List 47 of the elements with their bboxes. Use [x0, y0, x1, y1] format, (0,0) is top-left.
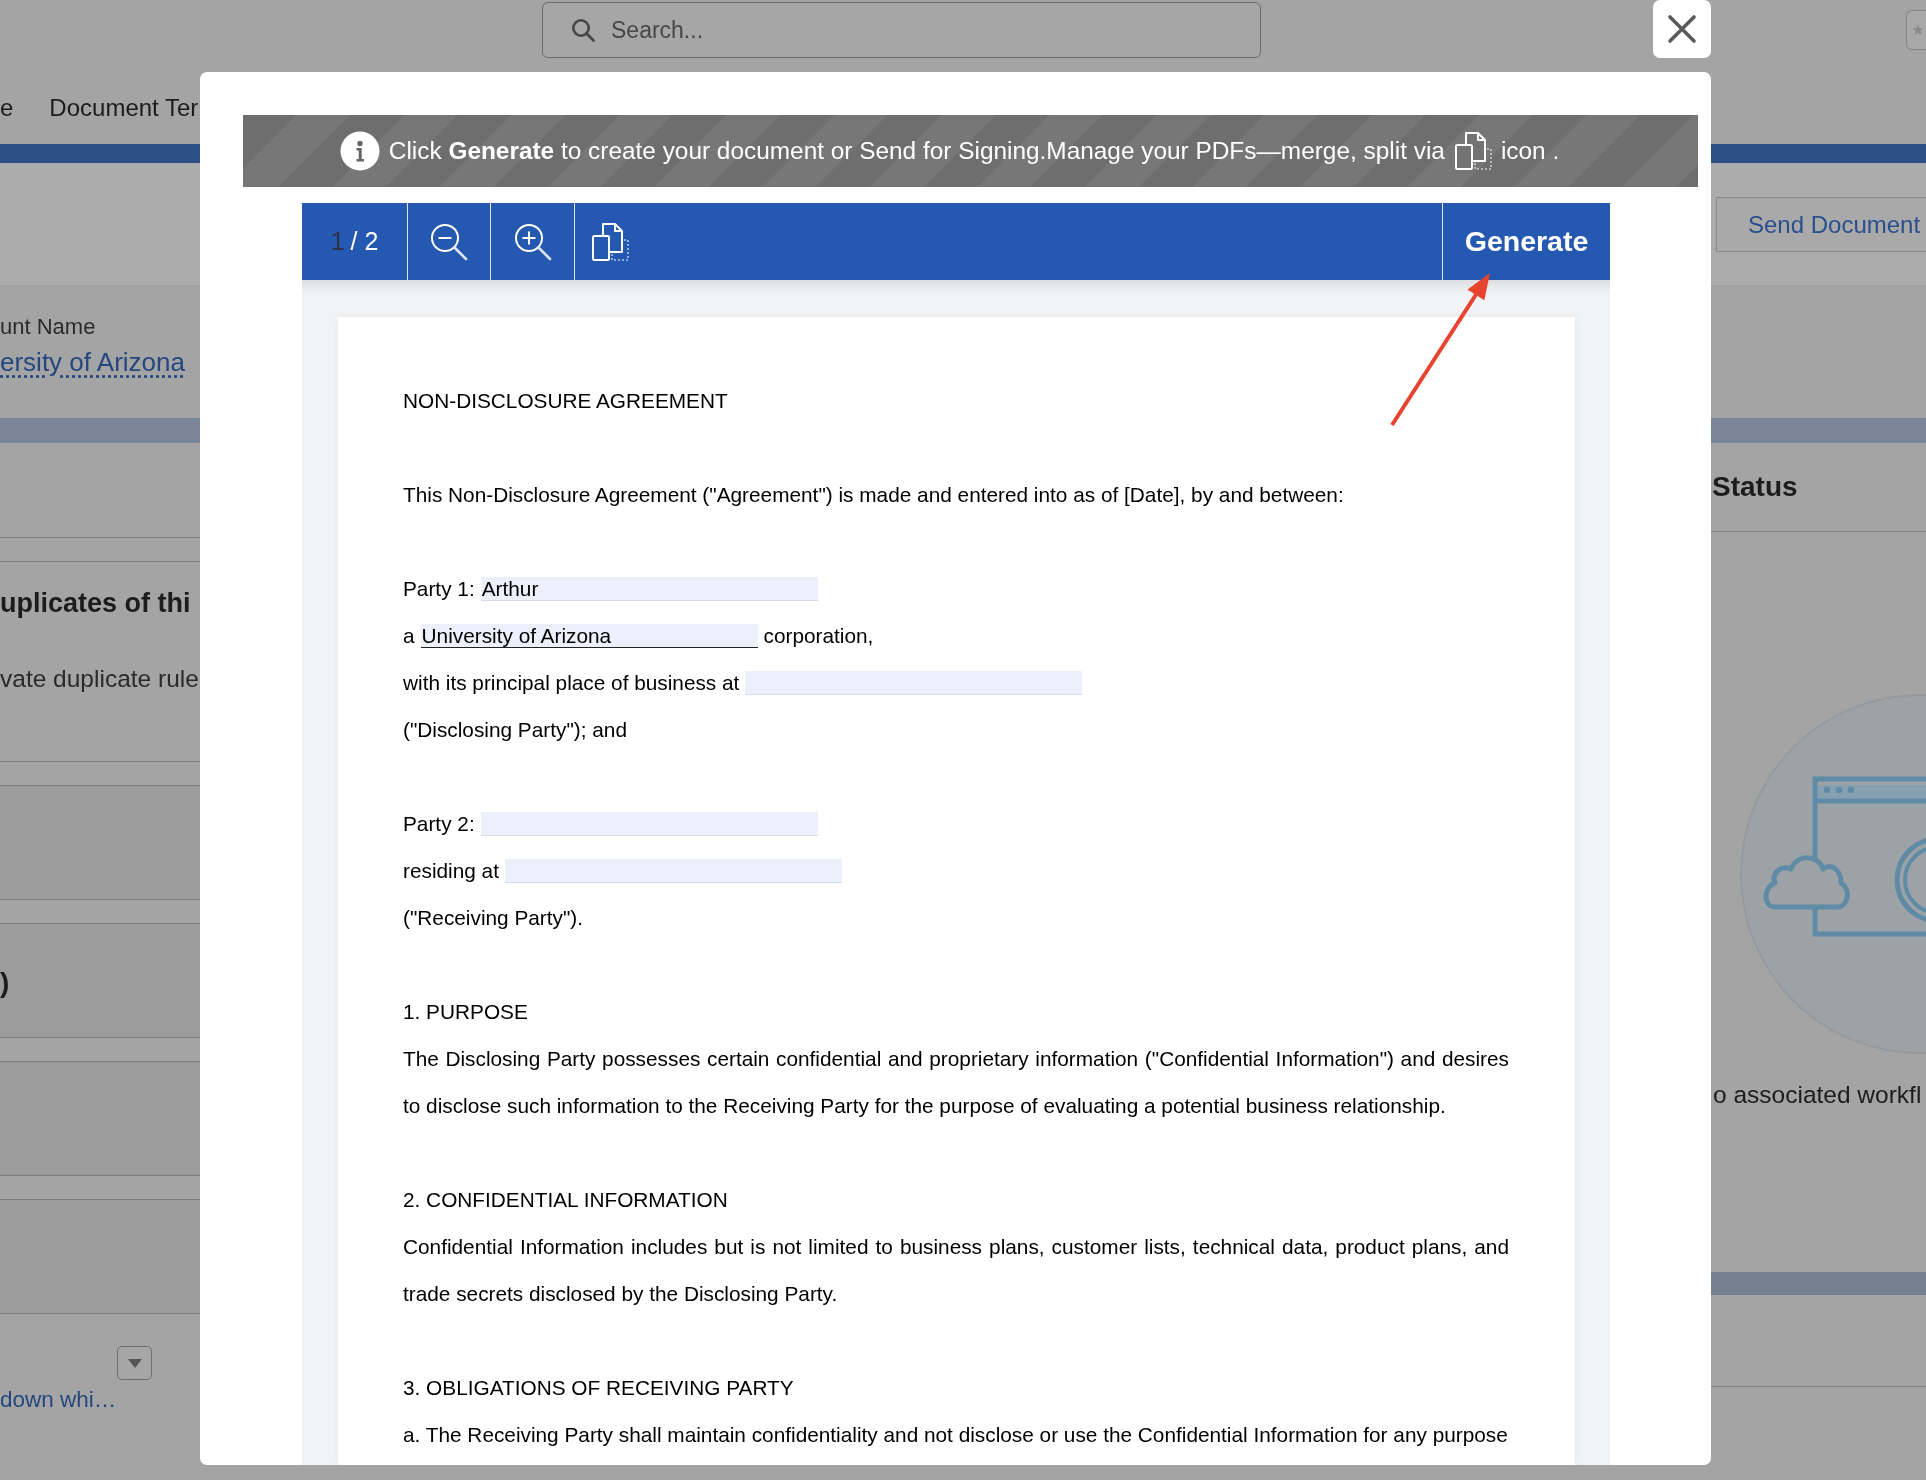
- account-link[interactable]: ersity of Arizona: [0, 347, 185, 377]
- section-heading: 3. OBLIGATIONS OF RECEIVING PARTY: [403, 1376, 794, 1399]
- dropdown-button[interactable]: [117, 1346, 152, 1380]
- document-text: ("Disclosing Party"); and: [403, 716, 627, 743]
- form-field[interactable]: [745, 670, 1083, 695]
- document-text: This Non-Disclosure Agreement ("Agreement") is made and entered into as of [Date], by and between:: [403, 483, 1344, 506]
- document-text: with its principal place of business at: [403, 669, 740, 696]
- form-field[interactable]: [480, 811, 818, 836]
- nav-tab[interactable]: Document Ter: [49, 90, 199, 126]
- search-field[interactable]: Search...: [542, 2, 1261, 58]
- form-field[interactable]: University of Arizona: [420, 623, 758, 648]
- list-text: ): [0, 967, 10, 999]
- document-text: Party 2:: [403, 810, 475, 837]
- document-text: corporation,: [763, 622, 874, 649]
- document-text: Party 1:: [403, 575, 475, 602]
- document-text: residing at: [403, 857, 499, 884]
- pages-icon: [1453, 131, 1492, 171]
- close-icon: [1667, 14, 1697, 44]
- star-icon: [1912, 24, 1924, 36]
- send-document-button[interactable]: Send Document: [1716, 197, 1926, 252]
- nav-tab[interactable]: e: [0, 90, 14, 126]
- caret-down-icon: [127, 1358, 142, 1368]
- link-text[interactable]: down whi…: [0, 1387, 117, 1413]
- field-label: unt Name: [0, 314, 96, 339]
- empty-state-text: o associated workfl: [1712, 1082, 1922, 1108]
- zoom-in-icon: [513, 222, 552, 261]
- info-icon: [339, 131, 380, 171]
- banner-text: icon .: [1500, 135, 1560, 166]
- section-text: The Disclosing Party possesses certain confidential and proprietary information ("Confidential Information") and desires to disclose such information to the Receiving Party for the purpose of evaluating a potential business relationship.: [403, 1046, 1509, 1119]
- search-icon: [571, 18, 595, 42]
- banner-text: Click Generate to create your document or Send for Signing.Manage your PDFs—merge, split via: [388, 135, 1445, 166]
- section-heading: 2. CONFIDENTIAL INFORMATION: [403, 1188, 728, 1211]
- card-text: vate duplicate rule: [0, 665, 199, 693]
- card-title: uplicates of thi: [0, 588, 191, 618]
- section-heading: 1. PURPOSE: [403, 1000, 528, 1023]
- card-title: Status: [1711, 471, 1798, 503]
- zoom-out-icon: [430, 222, 468, 261]
- document-text: a: [403, 622, 415, 649]
- document-text: ("Receiving Party").: [403, 904, 584, 931]
- pages-icon: [591, 221, 629, 262]
- document-title: NON-DISCLOSURE AGREEMENT: [403, 389, 728, 412]
- form-field[interactable]: Arthur: [480, 576, 818, 601]
- section-text: Confidential Information includes but is not limited to business plans, customer lists, technical data, product plans, and trade secrets disclosed by the Disclosing Party.: [403, 1234, 1509, 1307]
- form-field[interactable]: [504, 858, 842, 883]
- section-text: a. The Receiving Party shall maintain confidentiality and not disclose or use the Confidential Information for any purpose: [403, 1422, 1509, 1448]
- close-button[interactable]: [1653, 0, 1711, 58]
- page-count: / 2: [350, 225, 379, 257]
